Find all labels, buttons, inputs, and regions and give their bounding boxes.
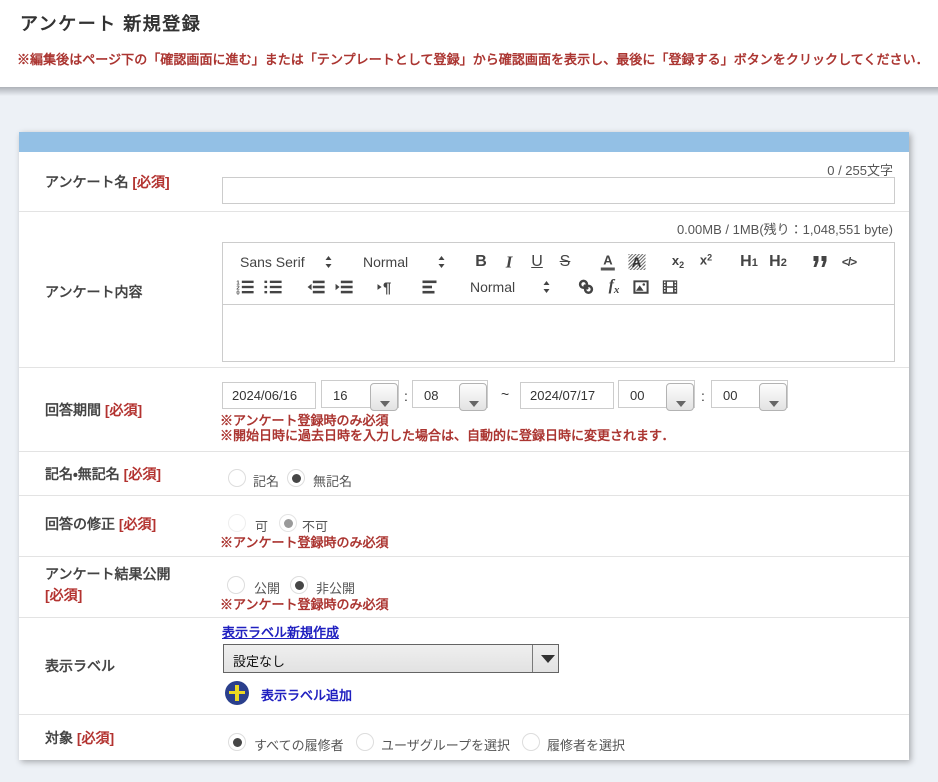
svg-text:A: A <box>632 255 642 270</box>
svg-text:0: 0 <box>236 290 240 294</box>
svg-text:¶: ¶ <box>383 280 391 295</box>
